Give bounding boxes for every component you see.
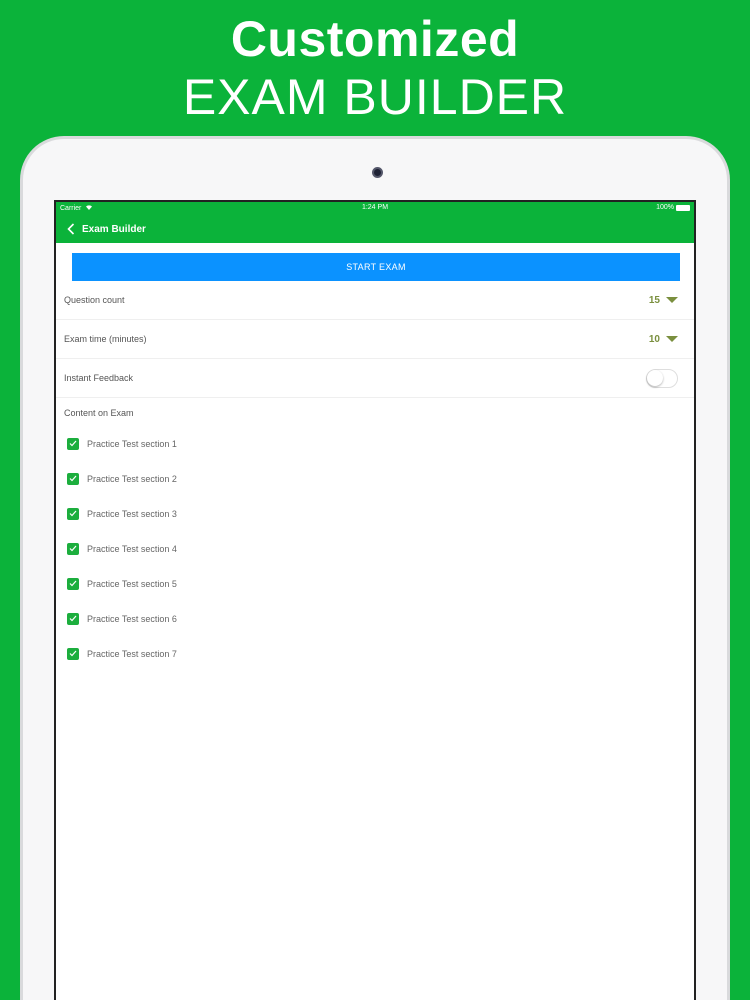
tablet-frame: Carrier 1:24 PM 100% Exam Builder START … xyxy=(20,136,730,1000)
list-item[interactable]: Practice Test section 2 xyxy=(67,461,694,496)
section-label: Practice Test section 6 xyxy=(87,613,177,624)
section-label: Practice Test section 5 xyxy=(87,578,177,589)
checkbox-checked-icon[interactable] xyxy=(67,612,79,625)
exam-time-select[interactable]: 10 xyxy=(649,334,678,345)
battery-icon xyxy=(676,204,690,211)
content-checklist: Practice Test section 1 Practice Test se… xyxy=(56,426,694,671)
list-item[interactable]: Practice Test section 4 xyxy=(67,531,694,566)
checkbox-checked-icon[interactable] xyxy=(67,507,79,520)
checkbox-checked-icon[interactable] xyxy=(67,647,79,660)
question-count-row[interactable]: Question count 15 xyxy=(56,281,694,320)
camera-icon xyxy=(372,167,383,178)
headline-line-1: Customized xyxy=(230,11,520,67)
battery-indicator: 100% xyxy=(656,204,690,211)
section-label: Practice Test section 2 xyxy=(87,473,177,484)
section-label: Practice Test section 7 xyxy=(87,648,177,659)
caret-down-icon xyxy=(666,297,678,303)
caret-down-icon xyxy=(666,336,678,342)
start-exam-button[interactable]: START EXAM xyxy=(72,253,680,281)
checkbox-checked-icon[interactable] xyxy=(67,577,79,590)
checkbox-checked-icon[interactable] xyxy=(67,437,79,450)
nav-bar: Exam Builder xyxy=(56,215,694,243)
list-item[interactable]: Practice Test section 5 xyxy=(67,566,694,601)
section-label: Practice Test section 4 xyxy=(87,543,177,554)
instant-feedback-row: Instant Feedback xyxy=(56,359,694,398)
headline-line-2: EXAM BUILDER xyxy=(182,69,568,125)
checkbox-checked-icon[interactable] xyxy=(67,542,79,555)
list-item[interactable]: Practice Test section 7 xyxy=(67,636,694,671)
toggle-knob xyxy=(647,369,663,386)
status-time: 1:24 PM xyxy=(361,204,389,211)
exam-time-value: 10 xyxy=(648,333,660,345)
exam-time-label: Exam time (minutes) xyxy=(64,334,147,344)
status-bar: Carrier 1:24 PM 100% xyxy=(56,202,694,215)
list-item[interactable]: Practice Test section 1 xyxy=(67,426,694,461)
content-section-label: Content on Exam xyxy=(64,408,134,418)
back-chevron-icon[interactable] xyxy=(64,222,78,236)
app-screen: Carrier 1:24 PM 100% Exam Builder START … xyxy=(54,200,696,1000)
section-label: Practice Test section 3 xyxy=(87,508,177,519)
exam-time-row[interactable]: Exam time (minutes) 10 xyxy=(56,320,694,359)
checkbox-checked-icon[interactable] xyxy=(67,472,79,485)
battery-percent: 100% xyxy=(656,204,674,211)
section-label: Practice Test section 1 xyxy=(87,438,177,449)
page-title: Exam Builder xyxy=(82,223,146,235)
instant-feedback-label: Instant Feedback xyxy=(64,373,134,383)
list-item[interactable]: Practice Test section 3 xyxy=(67,496,694,531)
instant-feedback-toggle[interactable] xyxy=(646,368,678,388)
question-count-select[interactable]: 15 xyxy=(649,295,678,306)
list-item[interactable]: Practice Test section 6 xyxy=(67,601,694,636)
question-count-label: Question count xyxy=(64,295,125,305)
question-count-value: 15 xyxy=(648,294,660,306)
promo-headline: Customized EXAM BUILDER xyxy=(0,10,750,126)
